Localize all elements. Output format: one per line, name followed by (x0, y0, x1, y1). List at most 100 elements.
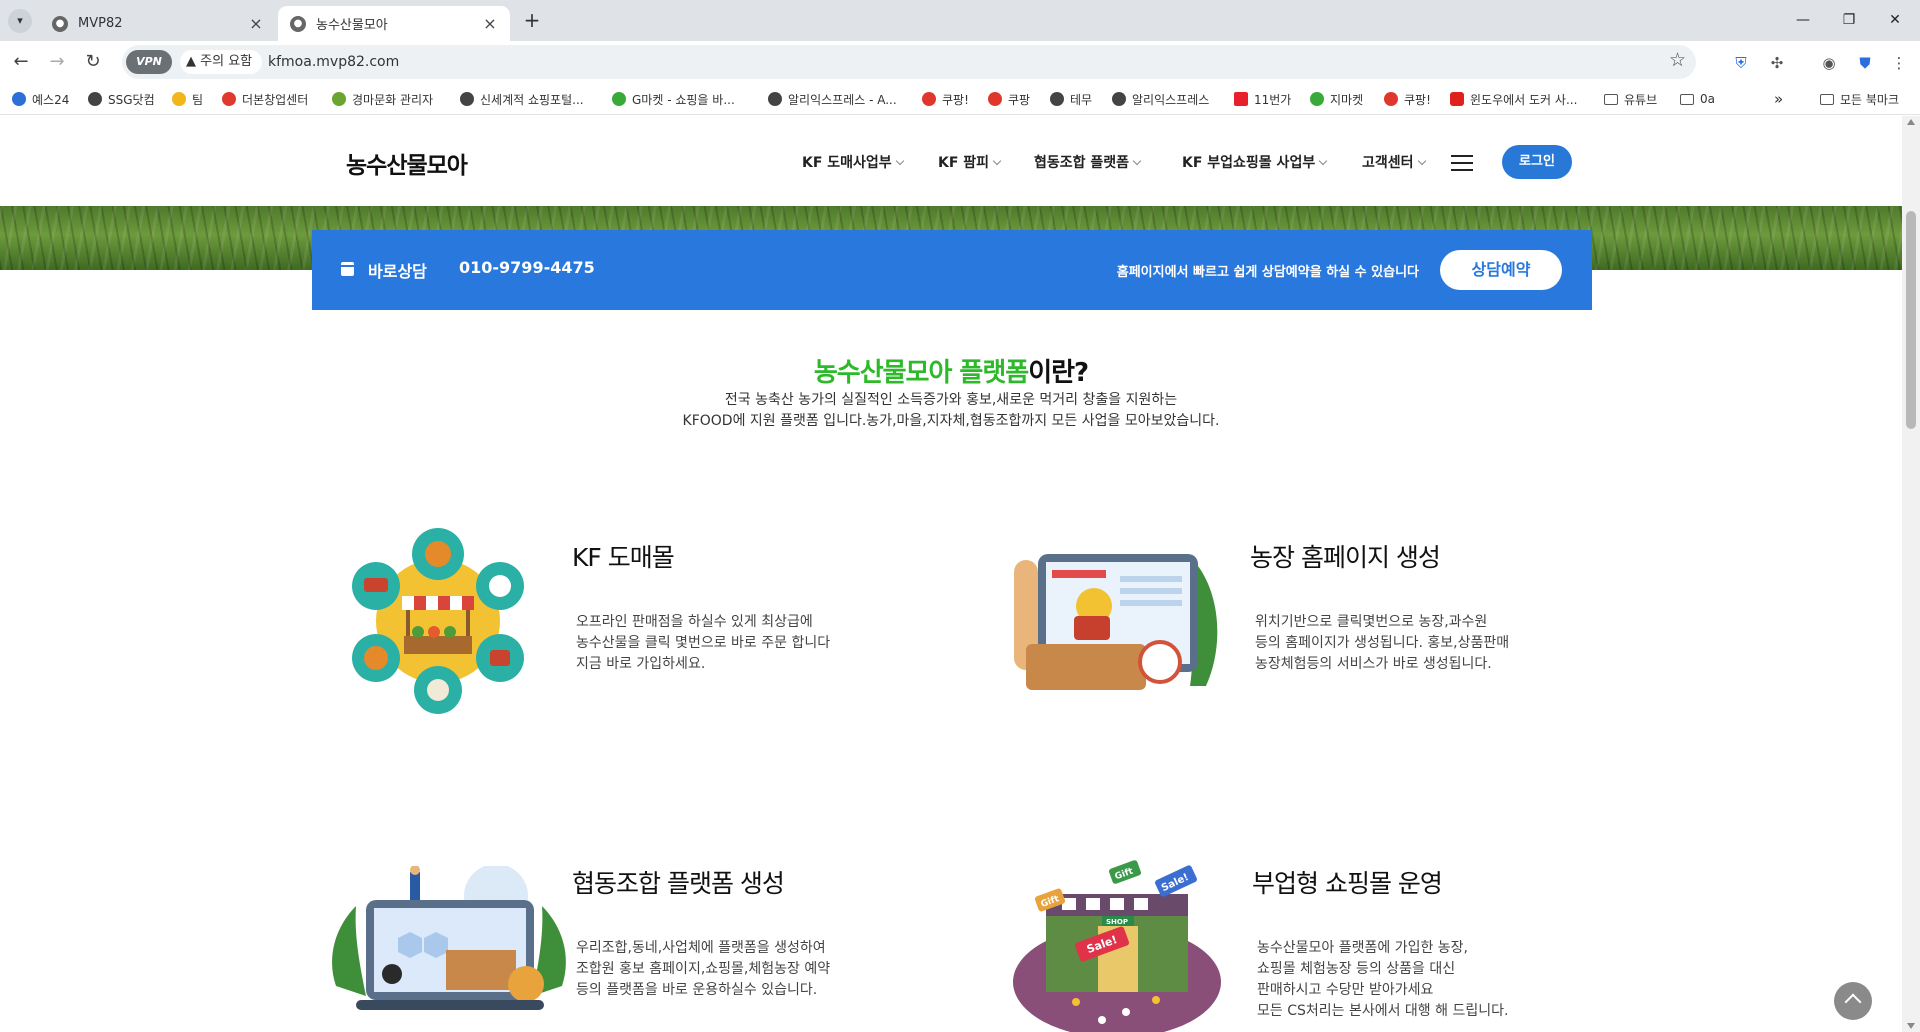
vpn-badge[interactable]: VPN (126, 50, 172, 74)
bookmark-item[interactable]: 예스24 (12, 89, 69, 109)
bookmark-item[interactable]: 알리익스프레스 (1112, 89, 1209, 109)
extensions-puzzle-icon[interactable]: ✣ (1766, 52, 1788, 74)
browser-tab-bar: ▾ ● MVP82 × ● 농수산물모아 × + — ❐ ✕ (0, 0, 1920, 41)
browser-toolbar: ← → ↻ VPN ▲ 주의 요함 kfmoa.mvp82.com ☆ (0, 41, 1920, 83)
scroll-to-top-button[interactable] (1834, 982, 1872, 1020)
more-bookmarks-chevron-icon[interactable]: » (1774, 89, 1783, 109)
security-warning-chip[interactable]: ▲ 주의 요함 (180, 50, 263, 74)
intro-line-2: KFOOD에 지원 플랫폼 입니다.농가,마을,지자체,협동조합까지 모든 사업… (682, 413, 1220, 429)
bookmark-favicon-icon (612, 92, 626, 106)
bookmark-item[interactable]: 쿠팡 (988, 89, 1030, 109)
browser-tab-kfmoa[interactable]: ● 농수산물모아 × (278, 6, 510, 41)
consult-reserve-button[interactable]: 상담예약 (1440, 250, 1562, 290)
consult-description: 홈페이지에서 빠르고 쉽게 상담예약을 하실 수 있습니다 (1116, 265, 1419, 280)
feature-title-side-job-mall[interactable]: 부업형 쇼핑몰 운영 (1252, 864, 1443, 900)
bookmark-item[interactable]: 쿠팡! (1384, 89, 1431, 109)
bookmark-item[interactable]: 11번가 (1234, 89, 1291, 109)
bookmark-star-icon[interactable]: ☆ (1669, 49, 1686, 71)
profile-icon[interactable]: ◉ (1818, 52, 1840, 74)
consult-phone[interactable]: 010-9799-4475 (459, 258, 595, 277)
close-tab-icon[interactable]: × (482, 14, 498, 33)
bookmark-item[interactable]: 더본창업센터 (222, 89, 308, 109)
page-scrollbar[interactable] (1902, 116, 1920, 1032)
bookmark-item[interactable]: 알리익스프레스 - A... (768, 89, 897, 109)
bookmark-item[interactable]: 지마켓 (1310, 89, 1363, 109)
browser-tab-mvp82[interactable]: ● MVP82 × (40, 6, 276, 41)
nav-coop-platform[interactable]: 협동조합 플랫폼 (1034, 152, 1142, 172)
back-arrow-icon[interactable]: ← (8, 49, 34, 75)
chevron-down-icon (1417, 156, 1426, 166)
intro-heading: 농수산물모아 플랫폼이란? (0, 352, 1902, 389)
bookmark-favicon-icon (1450, 92, 1464, 106)
folder-icon (1820, 93, 1834, 105)
bookmark-item[interactable]: 신세계적 쇼핑포털... (460, 89, 584, 109)
bookmark-favicon-icon (768, 92, 782, 106)
folder-icon (1680, 93, 1694, 105)
bookmark-folder[interactable]: 0a (1680, 89, 1715, 109)
feature-desc-farm-homepage: 위치기반으로 클릭몇번으로 농장,과수원 등의 홈페이지가 생성됩니다. 홍보,… (1255, 614, 1510, 672)
all-bookmarks-folder[interactable]: 모든 북마크 (1820, 89, 1899, 109)
extension-shield-icon[interactable]: ⛨ (1730, 52, 1752, 74)
page-viewport: 농수산물모아 KF 도매사업부 KF 팜피 협동조합 플랫폼 KF 부업쇼핑몰 … (0, 116, 1902, 1032)
nav-kf-wholesale[interactable]: KF 도매사업부 (802, 152, 904, 172)
site-logo[interactable]: 농수산물모아 (346, 146, 468, 180)
intro-heading-highlight: 농수산물모아 플랫폼 (813, 358, 1029, 388)
site-header: 농수산물모아 KF 도매사업부 KF 팜피 협동조합 플랫폼 KF 부업쇼핑몰 … (0, 116, 1902, 206)
forward-arrow-icon[interactable]: → (44, 49, 70, 75)
hamburger-menu-icon[interactable] (1451, 155, 1473, 171)
globe-icon: ● (290, 15, 306, 32)
tab-search-chevron-icon[interactable]: ▾ (8, 9, 32, 33)
globe-icon: ● (52, 15, 68, 32)
chevron-down-icon (1132, 156, 1142, 166)
shop-sign-text: SHOP (1106, 918, 1128, 926)
chevron-down-icon (1318, 156, 1328, 166)
intro-description: 전국 농축산 농가의 실질적인 소득증가와 홍보,새로운 먹거리 창출을 지원하… (0, 390, 1902, 432)
chevron-down-icon (895, 156, 904, 166)
close-tab-icon[interactable]: × (248, 14, 264, 33)
scroll-down-arrow-icon[interactable] (1907, 1023, 1915, 1029)
new-tab-plus-icon[interactable]: + (520, 8, 544, 32)
intro-heading-rest: 이란? (1028, 358, 1089, 388)
restore-window-icon[interactable]: ❐ (1826, 6, 1872, 34)
bookmarks-bar: 예스24 SSG닷컴 팀 더본창업센터 경마문화 관리자 신세계적 쇼핑포털..… (0, 83, 1920, 115)
url-text[interactable]: kfmoa.mvp82.com (268, 45, 399, 79)
minimize-icon[interactable]: — (1780, 6, 1826, 34)
close-window-icon[interactable]: ✕ (1872, 6, 1918, 34)
side-job-shopping-mall-illustration: Sale! Sale! Gift Gift SHOP (1013, 860, 1221, 1032)
feature-title-coop-platform[interactable]: 협동조합 플랫폼 생성 (572, 864, 785, 900)
bookmark-favicon-icon (1234, 92, 1248, 106)
bookmark-favicon-icon (922, 92, 936, 106)
feature-title-farm-homepage[interactable]: 농장 홈페이지 생성 (1250, 538, 1441, 574)
bookmark-item[interactable]: SSG닷컴 (88, 89, 155, 109)
bookmark-item[interactable]: G마켓 - 쇼핑을 바... (612, 89, 735, 109)
calendar-icon (341, 262, 354, 276)
bookmark-item[interactable]: 테무 (1050, 89, 1092, 109)
bookmark-favicon-icon (988, 92, 1002, 106)
chevron-down-icon (992, 156, 1002, 166)
login-button[interactable]: 로그인 (1502, 145, 1572, 179)
nav-customer-center[interactable]: 고객센터 (1362, 152, 1426, 172)
nav-kf-farmpy[interactable]: KF 팜피 (938, 152, 1002, 172)
coop-platform-illustration (332, 866, 566, 1010)
scroll-up-arrow-icon[interactable] (1907, 119, 1915, 125)
bookmark-item[interactable]: 팀 (172, 89, 203, 109)
tab-label: 농수산물모아 (316, 18, 388, 33)
scrollbar-thumb[interactable] (1906, 211, 1916, 429)
bookmark-favicon-icon (172, 92, 186, 106)
intro-line-1: 전국 농축산 농가의 실질적인 소득증가와 홍보,새로운 먹거리 창출을 지원하… (724, 392, 1178, 408)
more-menu-icon[interactable]: ⋮ (1888, 52, 1910, 74)
bookmark-favicon-icon (460, 92, 474, 106)
bookmark-item[interactable]: 쿠팡! (922, 89, 969, 109)
bookmark-favicon-icon (332, 92, 346, 106)
bookmark-folder[interactable]: 유튜브 (1604, 89, 1657, 109)
security-check-icon[interactable]: ⛊ (1854, 52, 1876, 74)
address-bar[interactable]: VPN ▲ 주의 요함 kfmoa.mvp82.com ☆ (122, 45, 1696, 79)
bookmark-item[interactable]: 경마문화 관리자 (332, 89, 433, 109)
feature-desc-coop-platform: 우리조합,동네,사업체에 플랫폼을 생성하여 조합원 홍보 홈페이지,쇼핑몰,체… (576, 940, 831, 998)
feature-title-kf-wholesale[interactable]: KF 도매몰 (572, 538, 675, 574)
bookmark-item[interactable]: 윈도우에서 도커 사... (1450, 89, 1577, 109)
consult-title: 바로상담 (368, 262, 427, 281)
reload-icon[interactable]: ↻ (80, 49, 106, 75)
bookmark-favicon-icon (12, 92, 26, 106)
nav-side-job-mall[interactable]: KF 부업쇼핑몰 사업부 (1182, 152, 1328, 172)
